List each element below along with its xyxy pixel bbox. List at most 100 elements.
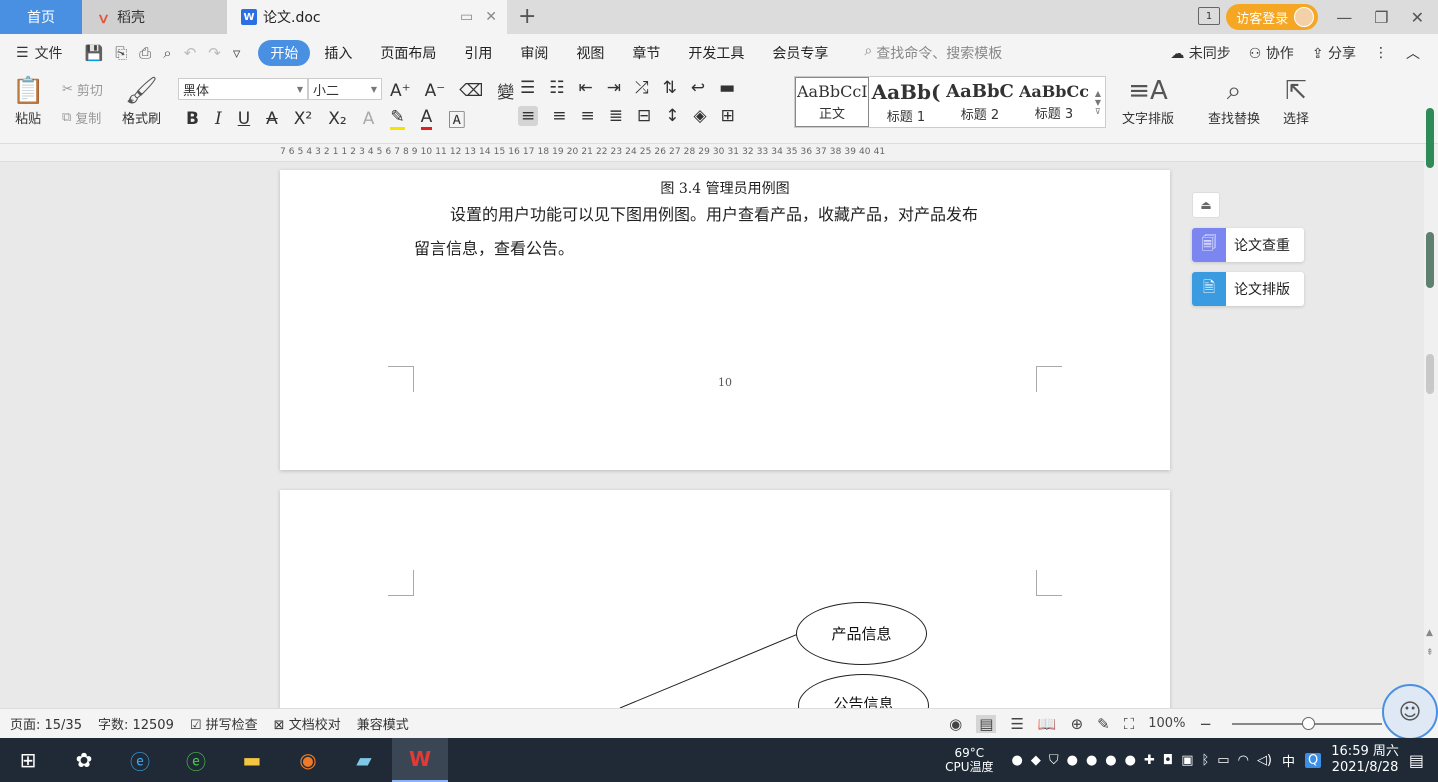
undo-icon[interactable]: ↶ (184, 44, 197, 62)
highlight-icon[interactable]: ✎ (390, 107, 405, 130)
wps-office-icon[interactable]: W (392, 738, 448, 782)
increase-indent-icon[interactable]: ⇥ (607, 78, 621, 98)
style-heading-3[interactable]: AaBbCcl 标题 3 (1017, 77, 1091, 127)
spell-check-button[interactable]: ☑ 拼写检查 (190, 714, 258, 733)
ime-indicator[interactable]: 中 (1282, 751, 1295, 770)
more-icon[interactable]: ⋮ (1374, 45, 1388, 61)
word-count[interactable]: 字数: 12509 (98, 714, 174, 733)
font-size-select[interactable]: 小二 ▼ (308, 78, 382, 100)
page-count[interactable]: 页面: 15/35 (10, 714, 82, 733)
menu-review[interactable]: 审阅 (506, 43, 562, 63)
bullet-list-icon[interactable]: ☰ (520, 78, 535, 98)
grow-font-icon[interactable]: A⁺ (390, 81, 411, 101)
minimize-icon[interactable]: — (1336, 8, 1352, 27)
tray-app-icon[interactable]: ● (1086, 753, 1097, 768)
strikethrough-icon[interactable]: A (266, 109, 278, 129)
tray-app-icon[interactable]: ▭ (1217, 753, 1229, 768)
menu-section[interactable]: 章节 (618, 43, 674, 63)
prev-page-icon[interactable]: ⇞ (1426, 648, 1434, 658)
align-right-icon[interactable]: ≡ (581, 106, 595, 126)
notification-icon[interactable]: ▤ (1409, 751, 1424, 770)
text-layout-button[interactable]: ≡A 文字排版 (1122, 76, 1174, 127)
bold-icon[interactable]: B (186, 109, 199, 129)
share-button[interactable]: ⇪ 分享 (1312, 43, 1356, 63)
export-icon[interactable]: ⎘ (115, 44, 127, 62)
paste-button[interactable]: 📋 粘贴 (12, 76, 44, 127)
vertical-scrollbar[interactable]: ▲ ⇞ (1424, 108, 1438, 708)
collab-button[interactable]: ⚇ 协作 (1249, 43, 1294, 63)
italic-icon[interactable]: I (215, 109, 222, 129)
tray-q-icon[interactable]: Q (1305, 752, 1322, 768)
paper-check-button[interactable]: 🗐 论文查重 (1192, 228, 1304, 262)
find-replace-button[interactable]: ⌕ 查找替换 (1208, 76, 1260, 127)
cut-button[interactable]: ✂ 剪切 (62, 80, 103, 99)
menu-insert[interactable]: 插入 (310, 43, 366, 63)
float-window-icon[interactable]: ▭ (460, 9, 473, 25)
tab-ruler-icon[interactable]: ▬ (719, 78, 735, 98)
menu-member[interactable]: 会员专享 (758, 43, 842, 63)
horizontal-ruler[interactable]: 7 6 5 4 3 2 1 1 2 3 4 5 6 7 8 9 10 11 12… (0, 144, 1438, 162)
windows-start-icon[interactable]: ⊞ (0, 738, 56, 782)
menu-page-layout[interactable]: 页面布局 (366, 43, 450, 63)
style-heading-1[interactable]: AaBb( 标题 1 (869, 77, 943, 127)
justify-icon[interactable]: ≣ (609, 106, 623, 126)
subscript-icon[interactable]: X₂ (328, 109, 346, 129)
scroll-up-icon[interactable]: ▲ (1426, 628, 1433, 638)
print-icon[interactable]: ⎙ (139, 44, 151, 62)
tray-shield-icon[interactable]: ⛉ (1049, 753, 1059, 768)
zoom-out-icon[interactable]: − (1199, 715, 1212, 733)
page-view-icon[interactable]: ▤ (976, 714, 997, 733)
menu-references[interactable]: 引用 (450, 43, 506, 63)
chinese-layout-icon[interactable]: ⤮ (635, 78, 649, 98)
new-tab-button[interactable]: + (518, 4, 536, 29)
line-spacing-icon[interactable]: ↕ (665, 106, 679, 126)
visitor-login-button[interactable]: 访客登录 (1226, 4, 1319, 30)
doc-proof-button[interactable]: ⊠ 文档校对 (274, 714, 341, 733)
side-panel-collapse-button[interactable]: ⏏ (1192, 192, 1220, 218)
paper-layout-button[interactable]: 🗎 论文排版 (1192, 272, 1304, 306)
body-paragraph[interactable]: 设置的用户功能可以见下图用例图。用户查看产品，收藏产品，对产品发布 留言信息，查… (414, 198, 1038, 266)
customize-icon[interactable]: ▿ (233, 44, 241, 62)
tab-daoke[interactable]: ｖ 稻壳 (82, 0, 227, 34)
decrease-indent-icon[interactable]: ⇤ (579, 78, 593, 98)
system-clock[interactable]: 16:59 周六 2021/8/28 (1331, 744, 1399, 776)
collapse-ribbon-icon[interactable]: ︿ (1406, 43, 1420, 63)
style-gallery-scroll[interactable]: ▲ ▼ ⊽ (1091, 77, 1105, 127)
tray-app-icon[interactable]: ● (1105, 753, 1116, 768)
copy-button[interactable]: ⧉ 复制 (62, 108, 101, 127)
internet-explorer-icon[interactable]: ⓔ (112, 738, 168, 782)
app-orange-icon[interactable]: ◉ (280, 738, 336, 782)
menu-developer[interactable]: 开发工具 (674, 43, 758, 63)
tray-app-icon[interactable]: ● (1125, 753, 1136, 768)
phonetic-icon[interactable]: 變 (497, 78, 514, 103)
reading-view-icon[interactable]: 📖 (1038, 715, 1057, 733)
style-heading-2[interactable]: AaBbC 标题 2 (943, 77, 1017, 127)
print-preview-icon[interactable]: ⌕ (163, 44, 171, 62)
char-border-icon[interactable]: 🄰 (448, 106, 465, 131)
numbered-list-icon[interactable]: ☷ (549, 78, 564, 98)
eye-protect-icon[interactable]: ◉ (949, 715, 962, 733)
font-color-icon[interactable]: A (420, 107, 433, 130)
tray-app-icon[interactable]: ▣ (1181, 753, 1193, 768)
show-marks-icon[interactable]: ↩ (691, 78, 705, 98)
app-pinwheel-icon[interactable]: ✿ (56, 738, 112, 782)
clear-format-icon[interactable]: ⌫ (459, 81, 483, 101)
redo-icon[interactable]: ↷ (208, 44, 221, 62)
font-name-select[interactable]: 黑体 ▼ (178, 78, 308, 100)
superscript-icon[interactable]: X² (294, 109, 312, 129)
zoom-slider-knob[interactable] (1302, 716, 1315, 730)
assistant-robot-icon[interactable]: ☺ (1382, 684, 1438, 740)
tray-app-icon[interactable]: ◆ (1031, 753, 1041, 768)
save-icon[interactable]: 💾 (85, 44, 104, 62)
select-button[interactable]: ⇱ 选择 (1283, 76, 1309, 127)
text-effect-icon[interactable]: A (363, 109, 375, 129)
format-painter-button[interactable]: 🖌 格式刷 (122, 76, 161, 127)
web-view-icon[interactable]: ⊕ (1071, 715, 1084, 733)
tray-app-icon[interactable]: ● (1067, 753, 1078, 768)
sync-status[interactable]: ☁ 未同步 (1170, 43, 1230, 63)
browser-green-icon[interactable]: ⓔ (168, 738, 224, 782)
command-search[interactable]: ⌕ 查找命令、搜索模板 (864, 43, 1002, 63)
outline-view-icon[interactable]: ☰ (1010, 715, 1023, 733)
file-explorer-icon[interactable]: ▬ (224, 738, 280, 782)
tray-app-icon[interactable]: ◘ (1163, 753, 1173, 768)
